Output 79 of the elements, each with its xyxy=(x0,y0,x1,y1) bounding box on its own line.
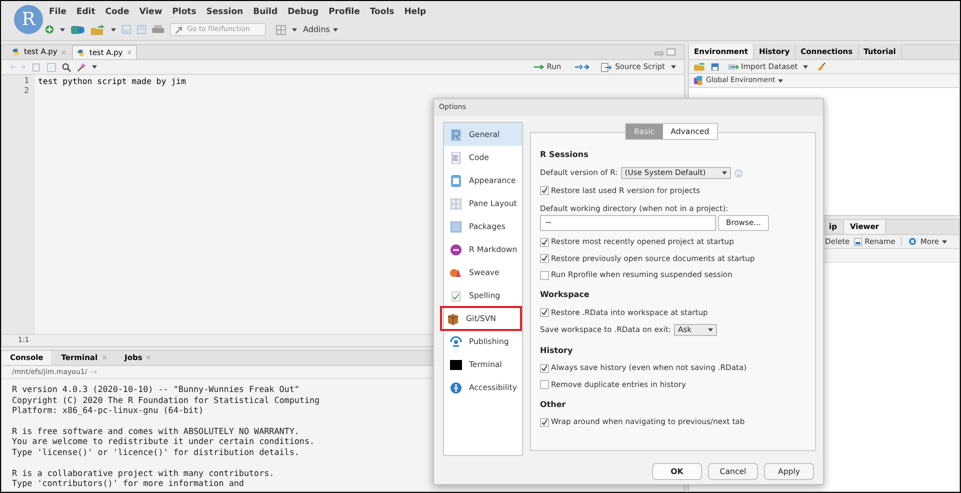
box-icon xyxy=(447,312,459,324)
grid-icon xyxy=(450,198,462,210)
gear-icon xyxy=(908,237,918,246)
re-run-icon[interactable] xyxy=(575,64,590,70)
caret-icon[interactable] xyxy=(92,65,97,69)
directory-field[interactable]: ~ xyxy=(540,214,716,231)
caret-icon[interactable] xyxy=(60,28,65,32)
console-line: R is a collaborative project with many contributors. xyxy=(12,468,274,478)
checkbox[interactable] xyxy=(540,380,549,390)
menu-item[interactable]: Profile xyxy=(328,6,360,19)
save-icon xyxy=(47,62,56,72)
checkbox[interactable] xyxy=(540,308,549,318)
checkbox[interactable] xyxy=(540,254,549,264)
r-icon xyxy=(450,128,462,140)
checkbox[interactable] xyxy=(540,418,549,427)
menu-item[interactable]: Debug xyxy=(288,6,319,19)
line-number: 1 xyxy=(24,76,29,86)
save-all-icon xyxy=(137,25,146,34)
new-file-icon[interactable] xyxy=(45,25,54,34)
checkbox[interactable] xyxy=(540,186,549,195)
menu-item[interactable]: Help xyxy=(404,6,426,19)
search-icon[interactable] xyxy=(62,62,71,72)
broom-icon[interactable] xyxy=(816,62,826,71)
menu-item[interactable]: Plots xyxy=(172,6,196,19)
section-heading: Workspace xyxy=(540,289,590,302)
open-folder-icon[interactable] xyxy=(694,62,706,71)
console-line: You are welcome to redistribute it under certain conditions. xyxy=(12,436,315,447)
menu-item[interactable]: Edit xyxy=(76,6,96,19)
console-line: Type 'license()' or 'licence()' for distribution details. xyxy=(12,446,300,458)
console-line: R is free software and comes with ABSOLUTELY NO WARRANTY. xyxy=(12,426,300,436)
caret-icon[interactable] xyxy=(708,328,713,332)
table-arrow-icon xyxy=(728,62,739,70)
section-heading: R Sessions xyxy=(540,149,590,161)
section-heading: Other xyxy=(540,398,567,411)
python-file-icon xyxy=(12,48,20,56)
checkbox[interactable] xyxy=(540,238,549,247)
caret-icon[interactable] xyxy=(292,28,297,32)
caret-icon[interactable] xyxy=(778,78,784,82)
print-icon xyxy=(152,24,164,34)
python-file-icon xyxy=(77,48,86,56)
console-line: R version 4.0.3 (2020-10-10) -- "Bunny-Wunnies Freak Out" xyxy=(12,384,300,395)
section-heading: History xyxy=(540,344,574,357)
console-line: Copyright (C) 2020 The R Foundation for Statistical Computing xyxy=(12,394,320,406)
caret-icon[interactable] xyxy=(722,171,727,175)
accessibility-icon xyxy=(450,382,462,394)
publish-icon xyxy=(450,336,462,348)
open-folder-icon[interactable] xyxy=(91,24,105,34)
new-window-icon xyxy=(32,62,41,72)
arrow-icon xyxy=(534,64,545,70)
caret-icon[interactable] xyxy=(942,240,948,244)
menu-item[interactable]: Code xyxy=(105,6,130,19)
menu-item[interactable]: Build xyxy=(253,6,278,19)
caret-icon[interactable] xyxy=(671,65,676,69)
document-icon xyxy=(450,152,462,164)
menu-item[interactable]: Tools xyxy=(370,6,394,19)
line-number: 2 xyxy=(24,86,29,96)
console-line: Platform: x86_64-pc-linux-gnu (64-bit) xyxy=(12,405,204,416)
caret-icon[interactable] xyxy=(111,28,116,32)
save-icon xyxy=(122,25,131,34)
menu-item[interactable]: Session xyxy=(206,6,244,19)
r-logo: R xyxy=(14,5,43,34)
arrow-icon xyxy=(175,26,183,34)
spellcheck-icon xyxy=(450,290,462,302)
terminal-icon xyxy=(450,358,462,370)
caret-icon[interactable] xyxy=(332,28,338,32)
back-forward-icon xyxy=(10,63,26,71)
wand-icon[interactable] xyxy=(77,62,86,72)
rename-icon xyxy=(854,238,862,246)
addins-menu[interactable]: Addins xyxy=(303,24,338,36)
save-icon[interactable] xyxy=(711,62,719,70)
menu-item[interactable]: View xyxy=(139,6,162,19)
cubes-icon xyxy=(694,76,703,85)
caret-icon[interactable] xyxy=(802,64,808,68)
document-arrow-icon xyxy=(601,62,612,72)
code-line: test python script made by jim xyxy=(38,76,186,86)
checkbox[interactable] xyxy=(540,270,549,280)
console-line: Type 'contributors()' for more information and xyxy=(12,478,244,489)
checkbox[interactable] xyxy=(540,364,549,373)
menu-item[interactable]: File xyxy=(49,6,66,19)
